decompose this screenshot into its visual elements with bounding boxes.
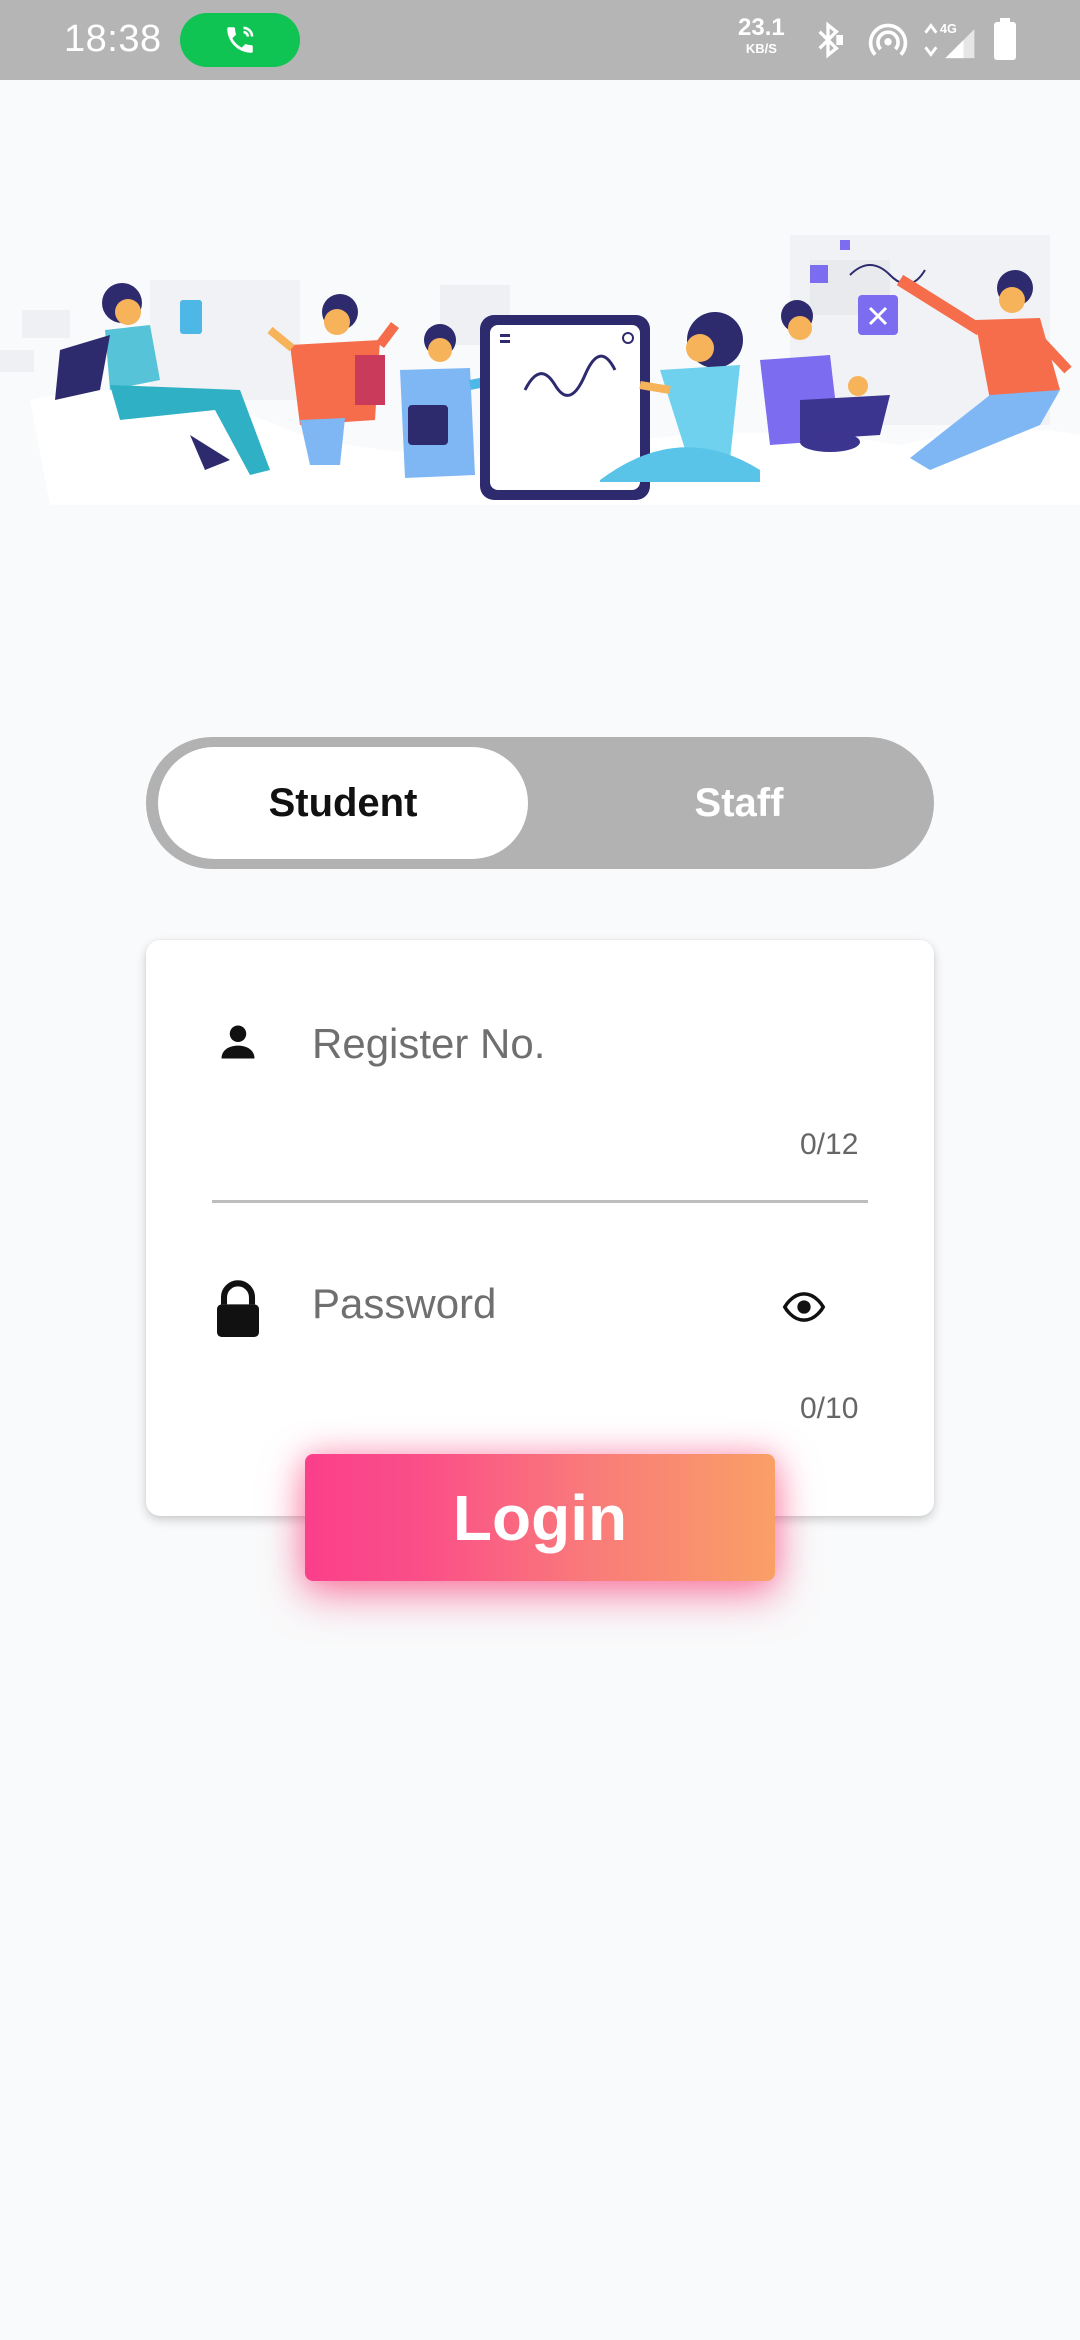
register-counter: 0/12 <box>800 1128 859 1161</box>
password-counter: 0/10 <box>800 1392 859 1425</box>
password-input[interactable] <box>312 1274 752 1334</box>
hotspot-icon <box>868 23 908 56</box>
person-icon <box>221 1025 255 1059</box>
toggle-student[interactable]: Student <box>158 747 528 859</box>
toggle-staff-label: Staff <box>694 780 784 825</box>
call-icon <box>227 26 254 53</box>
bluetooth-icon <box>818 21 843 59</box>
register-underline <box>212 1200 868 1203</box>
ongoing-call-chip[interactable] <box>180 13 300 67</box>
svg-text:4G: 4G <box>940 22 957 36</box>
students-collaboration-illustration <box>0 235 1080 505</box>
toggle-staff[interactable]: Staff <box>554 747 924 859</box>
eye-icon[interactable] <box>780 1286 828 1328</box>
signal-icon: 4G <box>924 22 975 59</box>
toggle-student-label: Student <box>268 780 418 825</box>
register-number-input[interactable] <box>312 1014 872 1074</box>
lock-icon <box>217 1280 259 1337</box>
status-bar: 18:38 23.1 KB/S 4G <box>0 0 1080 80</box>
battery-icon <box>994 18 1016 60</box>
status-time: 18:38 <box>64 18 162 60</box>
login-card: 0/12 0/10 <box>146 940 934 1516</box>
role-toggle: Student Staff <box>146 737 934 869</box>
login-button[interactable]: Login <box>305 1454 775 1581</box>
network-speed: 23.1 KB/S <box>738 14 785 56</box>
